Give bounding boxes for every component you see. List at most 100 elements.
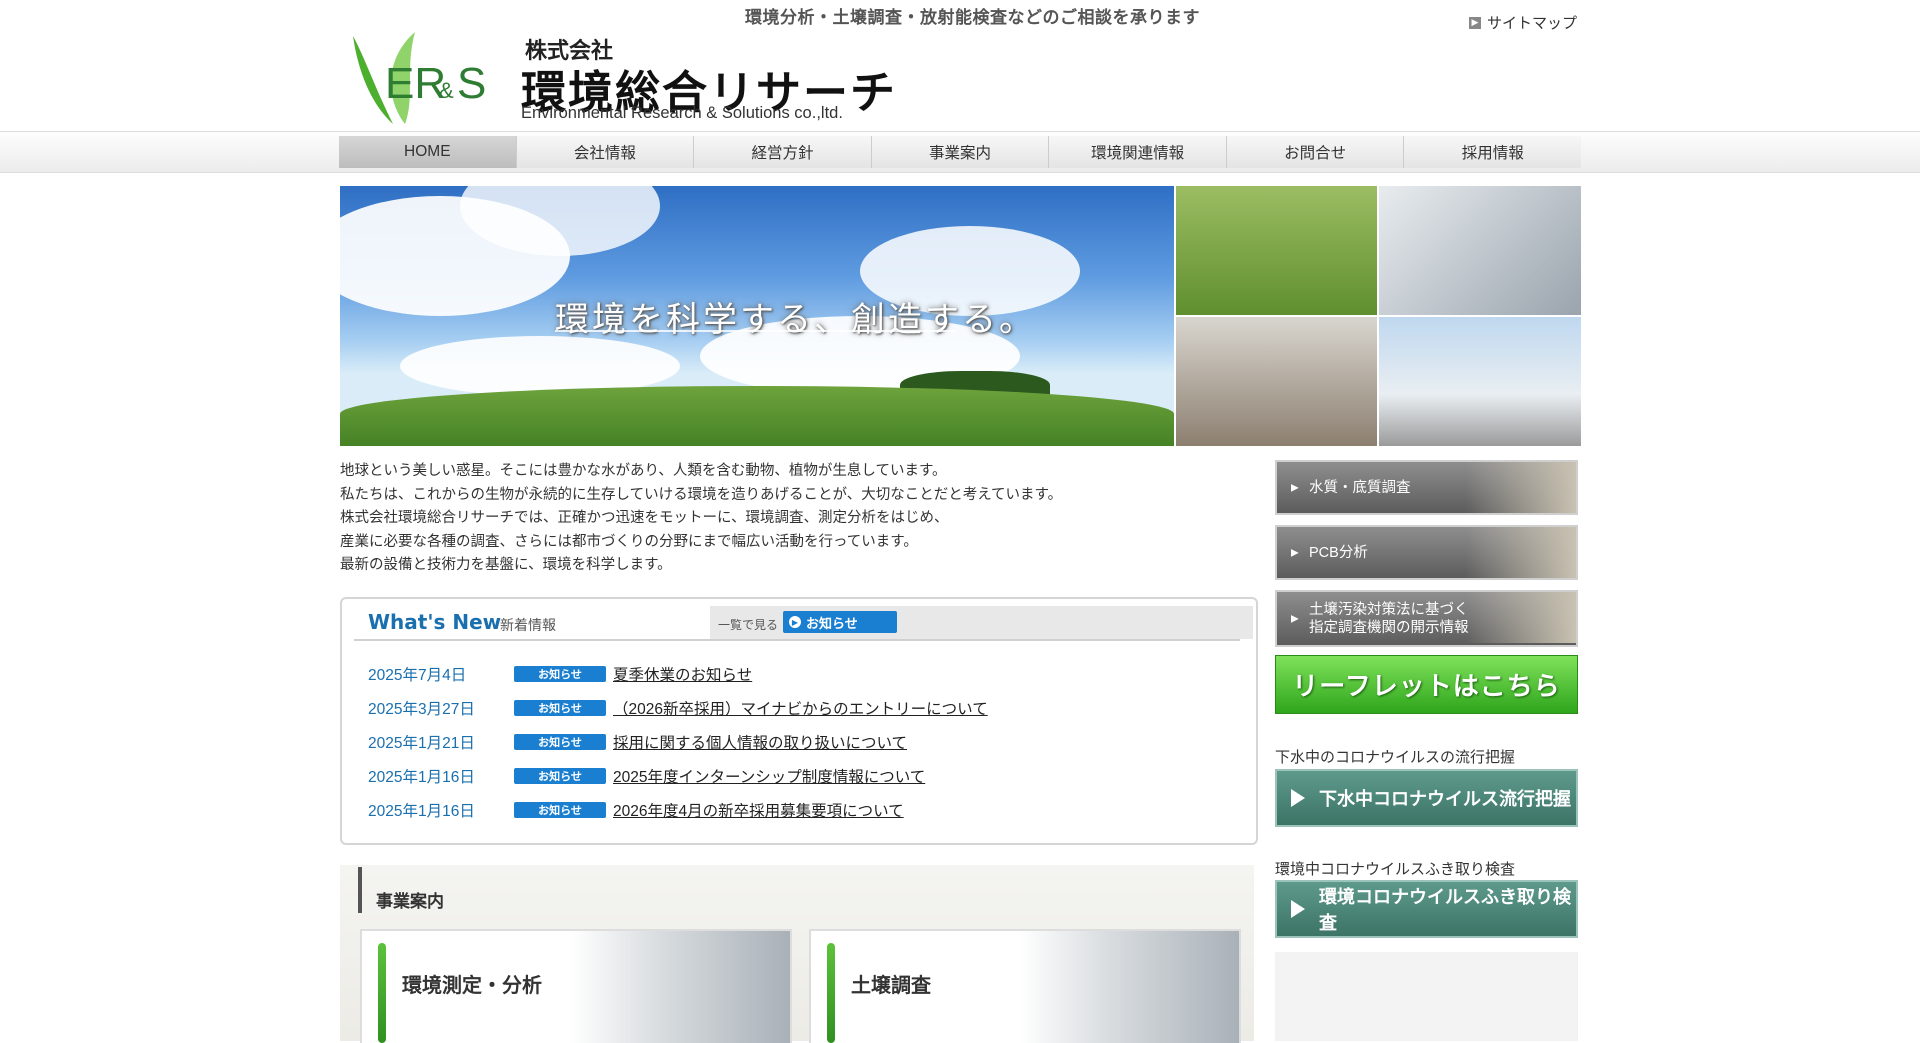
news-list-button[interactable]: ▶ お知らせ	[783, 611, 897, 633]
header: 環境分析・土壌調査・放射能検査などのご相談を承ります ER & S 株式会社 環…	[0, 0, 1920, 130]
sidebar-water-survey-button[interactable]: ▶ 水質・底質調査	[1275, 460, 1578, 515]
news-more-bar: 一覧で見る ▶ お知らせ	[710, 606, 1253, 639]
hero-photo-lab-samples	[1176, 317, 1377, 446]
global-nav-bar: HOME 会社情報 経営方針 事業案内 環境関連情報 お問合せ 採用情報	[0, 131, 1920, 173]
news-link[interactable]: 夏季休業のお知らせ	[613, 663, 752, 685]
triangle-right-icon: ▶	[1291, 547, 1299, 558]
play-circle-icon: ▶	[789, 616, 801, 628]
hero-catchphrase: 環境を科学する、創造する。	[555, 300, 1036, 340]
global-nav: HOME 会社情報 経営方針 事業案内 環境関連情報 お問合せ 採用情報	[339, 132, 1582, 172]
nav-business[interactable]: 事業案内	[871, 136, 1050, 168]
business-card-accent	[827, 943, 835, 1043]
news-item: 2025年1月16日 お知らせ 2025年度インターンシップ制度情報について	[368, 759, 988, 793]
news-date: 2025年3月27日	[368, 701, 475, 718]
business-card-accent	[378, 943, 386, 1043]
news-link[interactable]: （2026新卒採用）マイナビからのエントリーについて	[613, 697, 988, 719]
company-english-name: Environmental Research & Solutions co.,l…	[521, 104, 843, 122]
nav-contact[interactable]: お問合せ	[1226, 136, 1405, 168]
news-date: 2025年1月16日	[368, 803, 475, 820]
news-date: 2025年1月16日	[368, 769, 475, 786]
business-card-photo	[570, 931, 790, 1043]
triangle-right-icon: ▶	[1291, 613, 1299, 624]
business-section: 事業案内 環境測定・分析 土壌調査	[340, 865, 1254, 1043]
nav-policy[interactable]: 経営方針	[694, 136, 872, 168]
intro-line: 株式会社環境総合リサーチでは、正確かつ迅速をモットーに、環境調査、測定分析をはじ…	[340, 510, 949, 526]
hero-photo-field-survey	[1176, 186, 1377, 315]
sidebar-button-label: PCB分析	[1309, 544, 1368, 561]
hero-photo-microscope	[1379, 186, 1581, 315]
intro-text: 地球という美しい惑星。そこには豊かな水があり、人類を含む動物、植物が生息していま…	[340, 460, 1240, 578]
sidebar-soil-disclosure-button[interactable]: ▶ 土壌汚染対策法に基づく 指定調査機関の開示情報	[1275, 590, 1578, 647]
svg-text:ER: ER	[385, 59, 446, 108]
corona-button-label: 環境コロナウイルスふき取り検査	[1319, 887, 1571, 933]
news-category-badge: お知らせ	[514, 734, 606, 750]
intro-line: 産業に必要な各種の調査、さらには都市づくりの分野にまで幅広い活動を行っています。	[340, 533, 918, 550]
sewage-corona-button[interactable]: 下水中コロナウイルス流行把握	[1275, 769, 1578, 827]
intro-line: 最新の設備と技術力を基盤に、環境を科学します。	[340, 557, 672, 573]
news-title: What's New	[368, 610, 502, 634]
chevron-right-icon: ▶	[1469, 16, 1481, 29]
sidebar-thumb	[1466, 527, 1576, 578]
business-card-label: 土壌調査	[851, 975, 931, 997]
news-link[interactable]: 2026年度4月の新卒採用募集要項について	[613, 799, 904, 821]
sidebar-button-label-line: 土壌汚染対策法に基づく	[1309, 601, 1469, 618]
sidebar-caption-wipe: 環境中コロナウイルスふき取り検査	[1275, 861, 1516, 878]
nav-home[interactable]: HOME	[339, 136, 517, 168]
news-more-label: 一覧で見る	[718, 618, 779, 632]
nav-environment-info[interactable]: 環境関連情報	[1049, 136, 1227, 168]
news-link[interactable]: 2025年度インターンシップ制度情報について	[613, 765, 925, 787]
news-list: 2025年7月4日 お知らせ 夏季休業のお知らせ 2025年3月27日 お知らせ…	[368, 657, 988, 827]
sidebar-pcb-button[interactable]: ▶ PCB分析	[1275, 525, 1578, 580]
intro-line: 私たちは、これからの生物が永続的に生存していける環境を造りあげることが、大切なこ…	[340, 486, 1063, 503]
sidebar-button-label: 土壌汚染対策法に基づく 指定調査機関の開示情報	[1309, 601, 1469, 637]
sidebar-blank-area	[1275, 952, 1578, 1041]
news-category-badge: お知らせ	[514, 666, 606, 682]
header-tagline: 環境分析・土壌調査・放射能検査などのご相談を承ります	[745, 8, 1200, 27]
leaf-logo-icon: ER & S	[353, 32, 486, 124]
news-item: 2025年7月4日 お知らせ 夏季休業のお知らせ	[368, 657, 988, 691]
sitemap-link[interactable]: ▶ サイトマップ	[1469, 12, 1577, 33]
business-card-soil[interactable]: 土壌調査	[809, 929, 1241, 1043]
sidebar-thumb	[1466, 592, 1576, 643]
hero-photo-truck	[1379, 317, 1581, 446]
wipe-corona-button[interactable]: 環境コロナウイルスふき取り検査	[1275, 880, 1578, 938]
business-card-measurement[interactable]: 環境測定・分析	[360, 929, 792, 1043]
corona-button-label: 下水中コロナウイルス流行把握	[1319, 789, 1571, 809]
news-category-badge: お知らせ	[514, 700, 606, 716]
svg-text:&: &	[439, 78, 454, 103]
triangle-right-icon: ▶	[1291, 482, 1299, 493]
sitemap-label: サイトマップ	[1487, 15, 1578, 32]
hero-underline	[555, 330, 955, 332]
news-item: 2025年3月27日 お知らせ （2026新卒採用）マイナビからのエントリーにつ…	[368, 691, 988, 725]
hero-field	[340, 386, 1174, 446]
leaflet-button[interactable]: リーフレットはこちら	[1275, 655, 1578, 714]
news-subtitle: 新着情報	[500, 617, 556, 633]
sidebar-button-label-line: 指定調査機関の開示情報	[1309, 619, 1469, 636]
sidebar-button-label: 水質・底質調査	[1309, 479, 1411, 496]
news-header: What's New 新着情報 一覧で見る ▶ お知らせ	[354, 606, 1253, 641]
news-date: 2025年1月21日	[368, 735, 475, 752]
news-item: 2025年1月16日 お知らせ 2026年度4月の新卒採用募集要項について	[368, 793, 988, 827]
svg-text:S: S	[457, 59, 486, 108]
nav-company[interactable]: 会社情報	[516, 136, 695, 168]
intro-line: 地球という美しい惑星。そこには豊かな水があり、人類を含む動物、植物が生息していま…	[340, 463, 947, 479]
news-date: 2025年7月4日	[368, 667, 467, 684]
play-icon	[1291, 789, 1305, 807]
news-list-button-label: お知らせ	[806, 615, 858, 631]
sidebar-caption-sewage: 下水中のコロナウイルスの流行把握	[1275, 749, 1516, 766]
hero-banner: 環境を科学する、創造する。	[340, 186, 1581, 446]
hero-sky-image: 環境を科学する、創造する。	[340, 186, 1174, 446]
company-logo[interactable]: 環境分析・土壌調査・放射能検査などのご相談を承ります ER & S 株式会社 環…	[345, 0, 1200, 128]
news-category-badge: お知らせ	[514, 768, 606, 784]
play-icon	[1291, 900, 1305, 918]
section-accent-bar	[358, 867, 362, 913]
nav-recruit[interactable]: 採用情報	[1404, 136, 1582, 168]
business-heading: 事業案内	[376, 892, 444, 911]
sidebar-thumb	[1466, 462, 1576, 513]
news-box: What's New 新着情報 一覧で見る ▶ お知らせ 2025年7月4日 お…	[340, 597, 1258, 845]
news-category-badge: お知らせ	[514, 802, 606, 818]
news-item: 2025年1月21日 お知らせ 採用に関する個人情報の取り扱いについて	[368, 725, 988, 759]
business-card-label: 環境測定・分析	[402, 975, 542, 997]
business-card-photo	[1019, 931, 1239, 1043]
news-link[interactable]: 採用に関する個人情報の取り扱いについて	[613, 731, 907, 753]
